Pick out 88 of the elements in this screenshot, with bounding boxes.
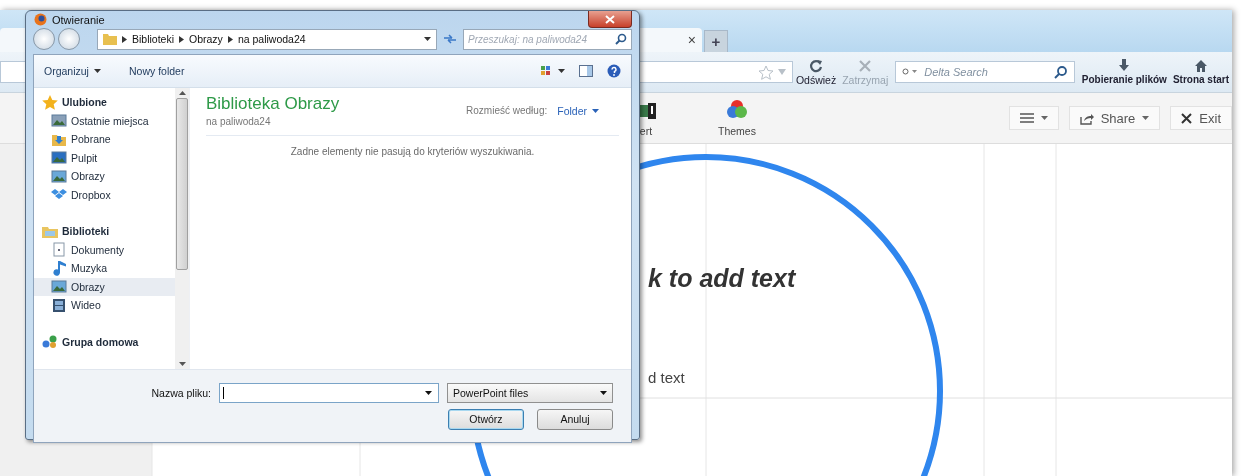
search-icon[interactable] bbox=[615, 33, 627, 45]
scroll-up-icon[interactable] bbox=[178, 91, 186, 95]
search-icon[interactable] bbox=[1053, 65, 1068, 79]
film-icon bbox=[51, 297, 67, 313]
view-icon bbox=[541, 66, 565, 76]
file-type-dropdown[interactable]: PowerPoint files bbox=[447, 382, 613, 403]
folder-icon bbox=[103, 33, 117, 45]
share-icon bbox=[1079, 111, 1094, 125]
library-title: Biblioteka Obrazy bbox=[206, 94, 341, 114]
sidebar-item[interactable]: Dropbox bbox=[34, 185, 175, 204]
preview-pane-button[interactable] bbox=[579, 65, 593, 77]
scroll-thumb[interactable] bbox=[176, 98, 188, 270]
caret-icon bbox=[1142, 116, 1150, 120]
sidebar-item[interactable]: Grupa domowa bbox=[34, 332, 175, 351]
menu-icon bbox=[1019, 113, 1034, 123]
help-button[interactable] bbox=[607, 64, 621, 78]
color-circles-icon bbox=[725, 99, 748, 119]
caret-icon[interactable] bbox=[424, 37, 431, 41]
window-title: Otwieranie bbox=[52, 13, 105, 26]
breadcrumb[interactable]: Biblioteki bbox=[132, 33, 175, 45]
empty-message: Zadne elementy nie pasują do kryteriów wyszukiwania. bbox=[289, 146, 536, 157]
sidebar-item[interactable]: Muzyka bbox=[34, 259, 175, 278]
downloads-button[interactable]: Pobieranie plików bbox=[1078, 59, 1170, 85]
sidebar-item[interactable]: Dokumenty bbox=[34, 240, 175, 259]
stop-icon bbox=[858, 58, 873, 73]
sidebar-item[interactable]: Ulubione bbox=[34, 93, 175, 112]
scroll-down-icon[interactable] bbox=[178, 362, 186, 366]
arrange-label: Rozmieść według: bbox=[466, 105, 548, 116]
sidebar-item[interactable]: Wideo bbox=[34, 296, 175, 315]
view-options-button[interactable] bbox=[541, 66, 565, 76]
breadcrumb[interactable]: Obrazy bbox=[189, 33, 223, 45]
caret-icon bbox=[592, 108, 599, 113]
sidebar-item[interactable]: Pulpit bbox=[34, 148, 175, 167]
chevron-icon[interactable] bbox=[179, 35, 185, 43]
star-icon bbox=[42, 94, 58, 110]
home-icon bbox=[1193, 59, 1208, 73]
breadcrumb[interactable]: na paliwoda24 bbox=[237, 33, 306, 45]
forward-button[interactable] bbox=[58, 28, 80, 50]
refresh-icon bbox=[443, 34, 457, 44]
command-button[interactable]: Nowy folder bbox=[128, 65, 185, 77]
caret-icon bbox=[1040, 116, 1048, 120]
reload-button[interactable]: Odśwież bbox=[792, 58, 840, 86]
chevron-icon[interactable] bbox=[122, 35, 127, 43]
exit-button[interactable]: Exit bbox=[1170, 106, 1232, 130]
reload-icon bbox=[809, 58, 824, 73]
star-icon[interactable] bbox=[757, 64, 774, 80]
caret-icon[interactable] bbox=[425, 390, 432, 395]
home-button[interactable]: Strona start bbox=[1169, 59, 1232, 85]
tab-close-button[interactable]: × bbox=[681, 32, 702, 48]
sidebar-item[interactable]: Pobrane bbox=[34, 130, 175, 149]
new-tab-button[interactable]: + bbox=[704, 30, 728, 52]
recent-places-icon bbox=[51, 113, 67, 129]
scrollbar[interactable] bbox=[175, 88, 189, 369]
browser-logo-icon bbox=[34, 13, 47, 26]
address-bar[interactable]: Biblioteki Obrazy na paliwoda24 bbox=[97, 28, 437, 50]
caret-icon bbox=[600, 390, 607, 395]
slide-title[interactable]: k to add text bbox=[648, 264, 796, 293]
sidebar-item[interactable]: Biblioteki bbox=[34, 222, 175, 241]
close-button[interactable] bbox=[588, 11, 632, 28]
close-icon bbox=[1181, 112, 1193, 124]
open-button[interactable]: Otwórz bbox=[448, 408, 524, 430]
help-icon bbox=[607, 64, 621, 78]
share-button[interactable]: Share bbox=[1068, 106, 1161, 130]
chevron-icon[interactable] bbox=[227, 35, 233, 43]
search-engine-icon[interactable] bbox=[902, 68, 919, 76]
document-icon bbox=[51, 242, 67, 258]
desktop-icon bbox=[51, 150, 67, 166]
pictures-icon bbox=[51, 168, 67, 184]
back-button[interactable] bbox=[33, 28, 55, 50]
cancel-button[interactable]: Anuluj bbox=[537, 408, 613, 430]
slide-subtitle[interactable]: d text bbox=[648, 369, 685, 386]
homegroup-icon bbox=[42, 334, 58, 350]
text-cursor bbox=[223, 386, 224, 399]
sidebar-item[interactable]: Obrazy bbox=[34, 167, 175, 186]
sidebar-item[interactable]: Ostatnie miejsca bbox=[34, 111, 175, 130]
themes-button[interactable]: Themes bbox=[718, 99, 756, 137]
arrange-dropdown[interactable]: Folder bbox=[557, 104, 599, 117]
pictures-icon bbox=[51, 279, 67, 295]
filename-label: Nazwa pliku: bbox=[151, 386, 211, 399]
library-subtitle: na paliwoda24 bbox=[206, 116, 272, 127]
download-arrow-icon bbox=[1118, 59, 1131, 73]
close-icon bbox=[605, 14, 615, 24]
preview-pane-icon bbox=[579, 65, 593, 77]
sidebar-item[interactable]: Obrazy bbox=[34, 277, 175, 296]
menu-button[interactable] bbox=[1008, 106, 1059, 130]
command-button[interactable]: Organizuj bbox=[44, 65, 101, 77]
filename-field[interactable] bbox=[219, 382, 439, 403]
music-note-icon bbox=[51, 260, 67, 276]
